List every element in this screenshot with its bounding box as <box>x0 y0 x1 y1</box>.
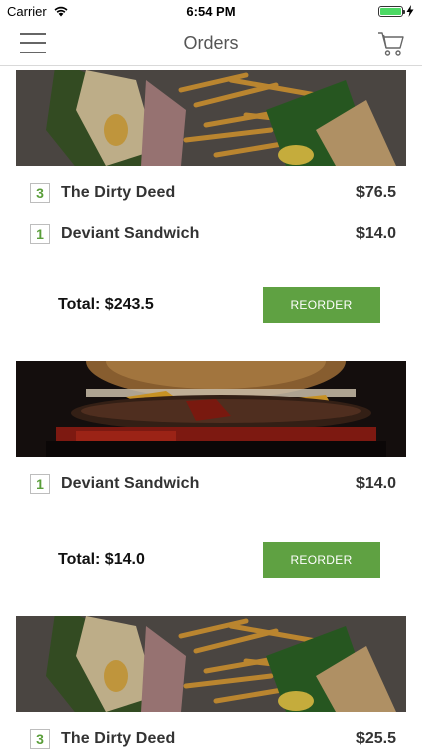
order-item-row: 1 Deviant Sandwich $14.0 <box>16 463 406 504</box>
item-price: $14.0 <box>355 224 396 242</box>
item-price: $25.5 <box>355 729 396 747</box>
order-card: 3 The Dirty Deed $25.5 <box>16 616 406 750</box>
sandwich-fries-photo <box>16 616 406 712</box>
order-item-row: 3 The Dirty Deed $76.5 <box>16 172 406 213</box>
navigation-bar: Orders <box>0 22 422 66</box>
order-card: 1 Deviant Sandwich $14.0 Total: $14.0 RE… <box>16 361 406 616</box>
order-item-row: 3 The Dirty Deed $25.5 <box>16 718 406 750</box>
sandwich-fries-photo <box>16 70 406 166</box>
charging-bolt-icon <box>406 5 414 17</box>
battery-icon <box>378 5 405 17</box>
order-total: Total: $243.5 <box>58 296 154 313</box>
item-name: Deviant Sandwich <box>61 474 200 492</box>
order-item-row: 1 Deviant Sandwich $14.0 <box>16 213 406 254</box>
item-name: Deviant Sandwich <box>61 224 200 242</box>
quantity-badge: 1 <box>30 223 50 244</box>
item-name: The Dirty Deed <box>61 183 176 201</box>
order-total-row: Total: $14.0 REORDER <box>16 542 406 578</box>
carrier-label: Carrier <box>7 3 47 19</box>
quantity-badge: 3 <box>30 182 50 203</box>
wifi-icon <box>54 6 68 17</box>
status-bar: Carrier 6:54 PM <box>0 0 422 22</box>
order-total: Total: $14.0 <box>58 551 145 568</box>
hamburger-menu-icon[interactable] <box>20 33 46 53</box>
quantity-badge: 3 <box>30 728 50 749</box>
shopping-cart-icon[interactable] <box>376 28 406 58</box>
reorder-button[interactable]: REORDER <box>263 287 380 323</box>
item-price: $76.5 <box>355 183 396 201</box>
burger-photo <box>16 361 406 457</box>
item-price: $14.0 <box>355 474 396 492</box>
quantity-badge: 1 <box>30 473 50 494</box>
item-name: The Dirty Deed <box>61 729 176 747</box>
order-card: 3 The Dirty Deed $76.5 1 Deviant Sandwic… <box>16 70 406 361</box>
reorder-button[interactable]: REORDER <box>263 542 380 578</box>
page-title: Orders <box>183 33 239 53</box>
order-total-row: Total: $243.5 REORDER <box>16 287 406 323</box>
orders-list[interactable]: 3 The Dirty Deed $76.5 1 Deviant Sandwic… <box>0 67 422 750</box>
